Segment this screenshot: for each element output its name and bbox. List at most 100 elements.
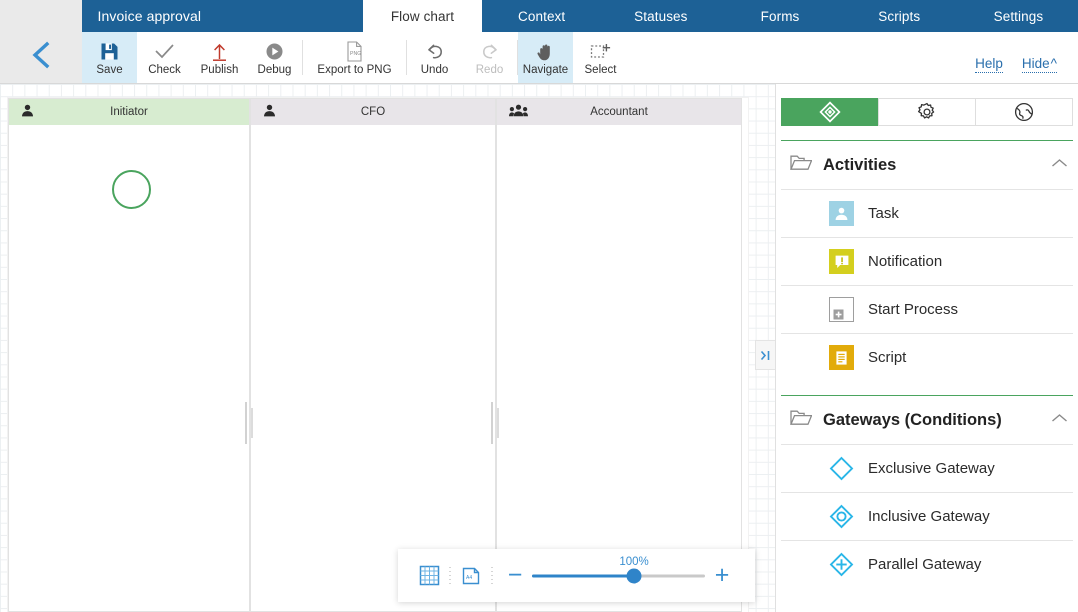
swimlane-resize-handle-cfo[interactable] (491, 402, 500, 444)
hide-label: Hide (1021, 56, 1050, 71)
palette-item-exclusive-gateway[interactable]: Exclusive Gateway (781, 444, 1073, 492)
mode-group: Navigate Select (518, 32, 628, 83)
tab-context[interactable]: Context (482, 0, 601, 32)
tab-properties[interactable] (878, 98, 976, 126)
navigate-label: Navigate (522, 64, 569, 76)
back-button[interactable] (0, 0, 82, 83)
hand-icon (536, 41, 555, 62)
palette-section-activities: Activities Task Notification Start Proce… (776, 140, 1078, 381)
chevron-up-icon: ^ (1050, 56, 1057, 71)
section-title-gateways: Gateways (Conditions) (823, 410, 1002, 429)
gateway-diamond-icon (819, 101, 841, 123)
script-document-icon (829, 345, 854, 370)
grid-toggle-icon (419, 565, 439, 586)
flowchart-canvas[interactable]: Initiator CFO Accountant (0, 84, 775, 612)
publish-button[interactable]: Publish (192, 32, 247, 83)
undo-label: Undo (420, 64, 449, 76)
palette-item-inclusive-gateway[interactable]: Inclusive Gateway (781, 492, 1073, 540)
gear-icon (917, 102, 935, 119)
swimlane-cfo[interactable]: CFO (250, 98, 499, 612)
svg-text:PNG: PNG (350, 51, 361, 57)
start-event-node[interactable] (112, 170, 151, 209)
debug-label: Debug (257, 64, 292, 76)
palette-item-label: Exclusive Gateway (868, 460, 995, 477)
tab-forms[interactable]: Forms (720, 0, 839, 32)
export-to-png-label: Export to PNG (317, 64, 392, 76)
hide-toolbar-link[interactable]: Hide ^ (1021, 56, 1057, 73)
palette-item-label: Script (868, 349, 907, 366)
select-button[interactable]: Select (573, 32, 628, 83)
zoom-control-bar: A4 − 100% + (398, 549, 755, 602)
swimlane-name-cfo: CFO (360, 106, 386, 118)
check-button[interactable]: Check (137, 32, 192, 83)
png-file-icon: PNG (346, 41, 363, 62)
palette-item-parallel-gateway[interactable]: Parallel Gateway (781, 540, 1073, 588)
swimlane-accountant[interactable]: Accountant (496, 98, 742, 612)
a4-page-icon: A4 (462, 567, 480, 584)
inclusive-gateway-icon (829, 504, 854, 529)
exclusive-gateway-icon (829, 456, 854, 481)
parallel-gateway-icon (829, 552, 854, 577)
redo-button[interactable]: Redo (462, 32, 517, 83)
tab-localization[interactable] (975, 98, 1073, 126)
swimlane-header-accountant[interactable]: Accountant (497, 99, 741, 125)
globe-icon (1014, 102, 1034, 122)
grid-toggle-button[interactable] (414, 565, 444, 586)
group-people-icon (509, 104, 528, 120)
process-title: Invoice approval (97, 8, 202, 24)
swimlane-initiator[interactable]: Initiator (8, 98, 253, 612)
palette-item-start-process[interactable]: Start Process (781, 285, 1073, 333)
swimlane-name-accountant: Accountant (590, 106, 648, 118)
swimlane-name-initiator: Initiator (110, 106, 148, 118)
tab-elements[interactable] (781, 98, 879, 126)
notification-exclamation-icon (829, 249, 854, 274)
palette-item-label: Start Process (868, 301, 959, 318)
section-header-activities[interactable]: Activities (776, 141, 1078, 189)
redo-label: Redo (475, 64, 504, 76)
checkmark-icon (154, 41, 175, 62)
start-process-icon (829, 297, 854, 322)
tab-settings[interactable]: Settings (959, 0, 1078, 32)
zoom-percent-label: 100% (619, 555, 649, 568)
tab-flow-chart[interactable]: Flow chart (362, 0, 483, 32)
undo-button[interactable]: Undo (407, 32, 462, 83)
palette-item-label: Inclusive Gateway (868, 508, 990, 525)
export-to-png-button[interactable]: PNG Export to PNG (303, 32, 406, 83)
swimlane-container: Initiator CFO Accountant (8, 98, 742, 612)
collapse-panel-handle[interactable] (755, 340, 775, 370)
task-person-icon (829, 201, 854, 226)
navigate-button[interactable]: Navigate (518, 32, 573, 83)
select-label: Select (584, 64, 617, 76)
tab-scripts[interactable]: Scripts (840, 0, 959, 32)
zoombar-dot-divider-1 (444, 566, 456, 585)
palette-section-gateways: Gateways (Conditions) Exclusive Gateway (776, 395, 1078, 588)
chevron-up-icon[interactable] (1051, 411, 1068, 429)
zoom-slider[interactable]: 100% (532, 555, 705, 593)
zoom-out-button[interactable]: − (498, 563, 532, 588)
swimlane-resize-handle-initiator[interactable] (245, 402, 254, 444)
debug-button[interactable]: Debug (247, 32, 302, 83)
section-header-gateways[interactable]: Gateways (Conditions) (776, 396, 1078, 444)
svg-text:A4: A4 (466, 575, 472, 581)
palette-item-script[interactable]: Script (781, 333, 1073, 381)
help-link[interactable]: Help (975, 56, 1003, 73)
save-floppy-icon (100, 41, 119, 62)
file-actions-group: Save Check Publish Debug (82, 32, 302, 83)
save-label: Save (96, 64, 123, 76)
save-button[interactable]: Save (82, 32, 137, 83)
page-format-button[interactable]: A4 (456, 566, 486, 586)
history-group: Undo Redo (407, 32, 517, 83)
process-designer-app: Invoice approval Flow chart Context Stat… (0, 0, 1078, 612)
swimlane-header-initiator[interactable]: Initiator (9, 99, 249, 125)
redo-arrow-icon (480, 41, 500, 62)
zoom-in-button[interactable]: + (705, 563, 739, 588)
toolbar-help-group: Help Hide ^ (975, 32, 1078, 83)
palette-item-task[interactable]: Task (781, 189, 1073, 237)
swimlane-header-cfo[interactable]: CFO (251, 99, 495, 125)
zoom-slider-knob[interactable] (626, 568, 642, 583)
palette-item-notification[interactable]: Notification (781, 237, 1073, 285)
zoombar-dot-divider-2 (486, 566, 498, 585)
palette-item-label: Notification (868, 253, 943, 270)
chevron-up-icon[interactable] (1051, 156, 1068, 174)
tab-statuses[interactable]: Statuses (601, 0, 720, 32)
